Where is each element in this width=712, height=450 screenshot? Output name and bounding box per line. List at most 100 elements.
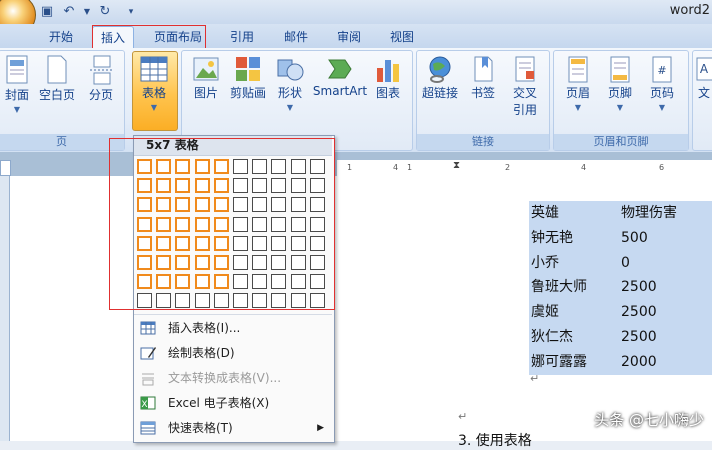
footer-button[interactable]: 页脚 ▼ bbox=[602, 54, 638, 112]
document-text-line: 3. 使用表格 bbox=[458, 433, 532, 449]
insert-table-item[interactable]: 插入表格(I)... bbox=[134, 316, 332, 340]
table-cell[interactable]: 2500 bbox=[621, 300, 657, 325]
convert-text-icon bbox=[140, 370, 156, 386]
smartart-button[interactable]: SmartArt bbox=[312, 54, 368, 98]
table-cell[interactable]: 2500 bbox=[621, 325, 657, 350]
ruler-label: 2 bbox=[505, 163, 511, 172]
excel-spreadsheet-item[interactable]: X Excel 电子表格(X) bbox=[134, 391, 332, 415]
menu-item-label: 快速表格(T) bbox=[168, 421, 233, 435]
shapes-dropdown-icon: ▼ bbox=[286, 103, 294, 112]
links-group-label: 链接 bbox=[417, 134, 549, 150]
table-cell[interactable]: 钟无艳 bbox=[531, 226, 573, 251]
table-cell[interactable]: 小乔 bbox=[531, 251, 559, 276]
page-number-label: 页码 bbox=[649, 86, 674, 100]
submenu-arrow-icon: ▶ bbox=[317, 423, 324, 433]
footer-label: 页脚 bbox=[607, 86, 632, 100]
header-footer-group-label: 页眉和页脚 bbox=[554, 134, 688, 150]
quick-access-dropdown-icon[interactable]: ▾ bbox=[122, 3, 140, 21]
cover-label: 封面 bbox=[4, 88, 29, 102]
cross-reference-label-2: 引用 bbox=[512, 103, 537, 117]
menu-item-label: 文本转换成表格(V)... bbox=[168, 371, 282, 385]
menu-item-label: 插入表格(I)... bbox=[168, 321, 241, 335]
ruler-label: 4 bbox=[393, 163, 399, 172]
clipart-button[interactable]: 剪贴画 bbox=[228, 54, 268, 101]
menu-item-label: 绘制表格(D) bbox=[168, 346, 235, 360]
clipart-label: 剪贴画 bbox=[229, 86, 266, 100]
tab-review[interactable]: 审阅 bbox=[331, 26, 367, 48]
draw-table-icon bbox=[140, 345, 156, 361]
table-header-cell[interactable]: 英雄 bbox=[531, 201, 559, 226]
quick-table-icon bbox=[140, 420, 156, 436]
shapes-button[interactable]: 形状 ▼ bbox=[272, 54, 308, 112]
chart-button[interactable]: 图表 bbox=[370, 54, 406, 101]
cross-reference-label-1: 交叉 bbox=[512, 86, 537, 100]
vertical-ruler[interactable] bbox=[0, 176, 10, 441]
picture-button[interactable]: 图片 bbox=[188, 54, 224, 101]
page-break-button[interactable]: 分页 bbox=[82, 54, 120, 103]
page-break-label: 分页 bbox=[88, 88, 113, 102]
redo-icon[interactable]: ↻ bbox=[96, 3, 114, 21]
bookmark-button[interactable]: 书签 bbox=[466, 54, 500, 101]
tab-home[interactable]: 开始 bbox=[40, 26, 82, 48]
quick-tables-item[interactable]: 快速表格(T) ▶ bbox=[134, 416, 332, 440]
page-number-button[interactable]: # 页码 ▼ bbox=[644, 54, 680, 112]
tab-view[interactable]: 视图 bbox=[384, 26, 420, 48]
cover-page-icon bbox=[6, 55, 28, 84]
table-header-cell[interactable]: 物理伤害 bbox=[621, 201, 677, 226]
menu-separator bbox=[134, 314, 332, 315]
table-cell[interactable]: 500 bbox=[621, 226, 648, 251]
table-dropdown-icon: ▼ bbox=[150, 103, 158, 112]
tab-selector[interactable] bbox=[0, 160, 11, 176]
highlight-grid-box bbox=[109, 138, 335, 310]
table-cell[interactable]: 虞姬 bbox=[531, 300, 559, 325]
text-box-icon: A bbox=[696, 57, 712, 81]
cross-reference-button[interactable]: 交叉 引用 bbox=[506, 54, 544, 118]
page-group-label: 页 bbox=[0, 134, 124, 150]
blank-page-label: 空白页 bbox=[38, 88, 75, 102]
table-cell[interactable]: 0 bbox=[621, 251, 630, 276]
table-cell[interactable]: 2500 bbox=[621, 275, 657, 300]
tab-references[interactable]: 引用 bbox=[224, 26, 260, 48]
undo-icon[interactable]: ↶ bbox=[60, 3, 78, 21]
indent-marker-icon[interactable]: ⧗ bbox=[453, 160, 460, 171]
save-icon[interactable]: ▣ bbox=[38, 3, 56, 21]
table-button[interactable]: 表格 ▼ bbox=[132, 54, 176, 112]
convert-text-to-table-item[interactable]: 文本转换成表格(V)... bbox=[134, 366, 332, 390]
chart-label: 图表 bbox=[375, 86, 400, 100]
page-number-dropdown-icon: ▼ bbox=[658, 103, 666, 112]
text-box-label: 文 bbox=[697, 86, 710, 100]
menu-item-label: Excel 电子表格(X) bbox=[168, 396, 270, 410]
hyperlink-label: 超链接 bbox=[421, 86, 458, 100]
undo-dropdown-icon[interactable]: ▼ bbox=[78, 3, 96, 21]
cross-reference-icon bbox=[515, 56, 535, 82]
header-dropdown-icon: ▼ bbox=[574, 103, 582, 112]
document-table[interactable]: 英雄 物理伤害钟无艳 500 小乔 0 鲁班大师 2500 虞姬 2500 狄仁杰 2500 娜可露露… bbox=[529, 201, 712, 375]
table-cell[interactable]: 娜可露露 bbox=[531, 350, 587, 375]
tab-mailings[interactable]: 邮件 bbox=[278, 26, 314, 48]
blank-page-button[interactable]: 空白页 bbox=[36, 54, 78, 103]
table-label: 表格 bbox=[141, 86, 166, 100]
ruler-label: 4 bbox=[581, 163, 587, 172]
shapes-label: 形状 bbox=[277, 86, 302, 100]
table-cell[interactable]: 2000 bbox=[621, 350, 657, 375]
header-button[interactable]: 页眉 ▼ bbox=[560, 54, 596, 112]
window-title: word2 bbox=[669, 3, 710, 18]
table-cell[interactable]: 狄仁杰 bbox=[531, 325, 573, 350]
text-box-button[interactable]: A 文 bbox=[694, 54, 712, 101]
ruler-label: 1 bbox=[407, 163, 413, 172]
excel-icon: X bbox=[140, 395, 156, 411]
ruler-label: 6 bbox=[659, 163, 665, 172]
svg-text:X: X bbox=[141, 400, 147, 410]
shapes-icon bbox=[277, 59, 304, 81]
table-cell[interactable]: 鲁班大师 bbox=[531, 275, 587, 300]
draw-table-item[interactable]: 绘制表格(D) bbox=[134, 341, 332, 365]
paragraph-mark-icon: ↵ bbox=[530, 372, 540, 385]
hyperlink-button[interactable]: 超链接 bbox=[420, 54, 460, 101]
bookmark-label: 书签 bbox=[470, 86, 495, 100]
svg-text:A: A bbox=[700, 62, 709, 76]
header-icon bbox=[568, 56, 588, 83]
smartart-label: SmartArt bbox=[312, 84, 368, 98]
smartart-icon bbox=[328, 59, 352, 79]
cover-button[interactable]: 封面 ▼ bbox=[0, 54, 34, 114]
table-icon bbox=[140, 56, 168, 82]
